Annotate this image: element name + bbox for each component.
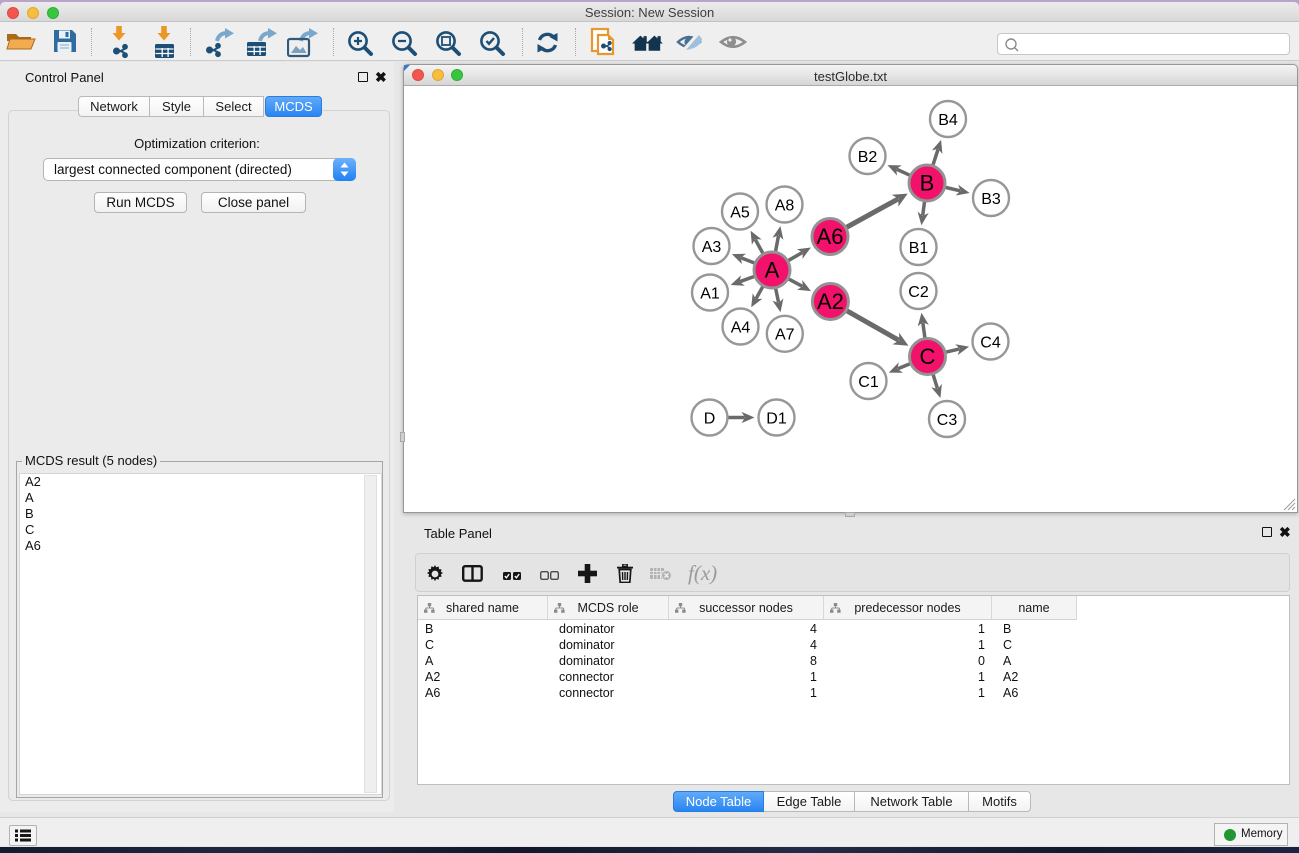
svg-text:D1: D1: [766, 410, 787, 427]
svg-text:C4: C4: [980, 334, 1001, 351]
svg-text:A5: A5: [730, 204, 750, 221]
svg-text:A6: A6: [817, 224, 844, 249]
svg-text:B3: B3: [981, 191, 1001, 208]
svg-text:B4: B4: [938, 112, 958, 129]
svg-text:C2: C2: [908, 284, 929, 301]
svg-text:D: D: [704, 410, 716, 427]
svg-text:A8: A8: [775, 197, 795, 214]
svg-text:A3: A3: [702, 239, 722, 256]
svg-text:A7: A7: [775, 327, 795, 344]
svg-text:A2: A2: [817, 289, 844, 314]
svg-text:A: A: [765, 258, 780, 283]
svg-text:C1: C1: [858, 374, 879, 391]
svg-text:B2: B2: [858, 149, 878, 166]
svg-text:A4: A4: [731, 319, 751, 336]
svg-text:C3: C3: [937, 412, 958, 429]
svg-text:C: C: [920, 344, 936, 369]
svg-text:A1: A1: [700, 285, 720, 302]
svg-text:B: B: [920, 171, 935, 196]
svg-text:B1: B1: [909, 240, 929, 257]
